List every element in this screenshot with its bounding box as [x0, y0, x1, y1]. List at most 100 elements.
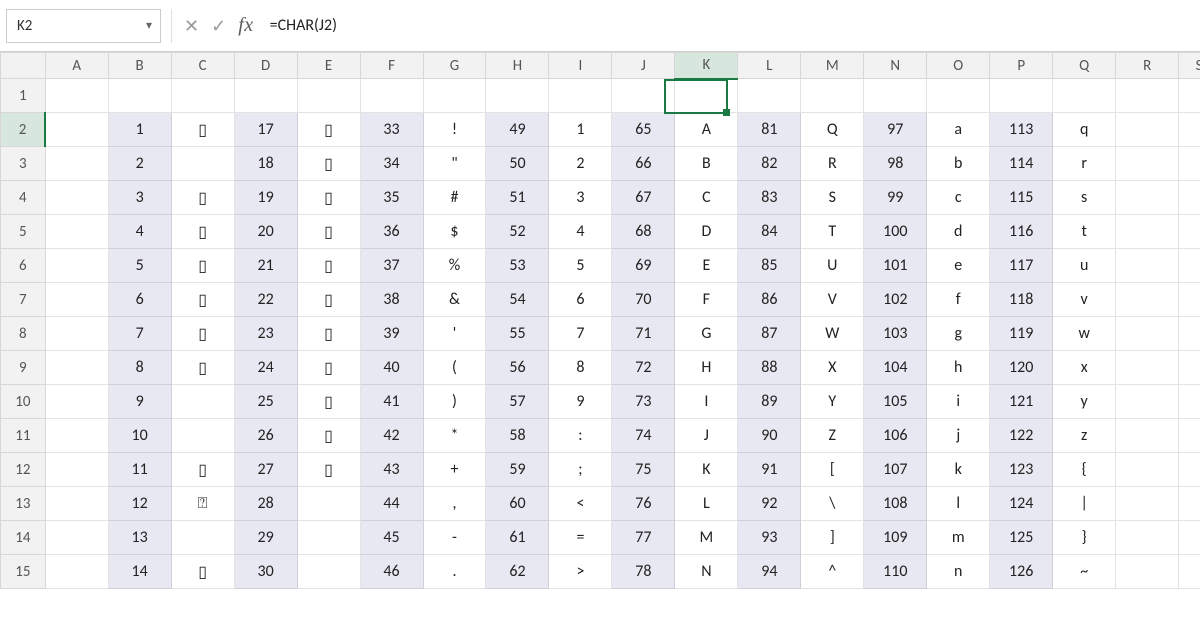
cell-L15[interactable]: 94: [738, 555, 801, 589]
cell-R15[interactable]: [1116, 555, 1179, 589]
cell-I7[interactable]: 6: [549, 283, 612, 317]
column-header-E[interactable]: E: [297, 53, 360, 79]
cell-C3[interactable]: [171, 147, 234, 181]
cell-O4[interactable]: c: [927, 181, 990, 215]
cell-E12[interactable]: ▯: [297, 453, 360, 487]
cell-N14[interactable]: 109: [864, 521, 927, 555]
cell-H9[interactable]: 56: [486, 351, 549, 385]
cell-F9[interactable]: 40: [360, 351, 423, 385]
cell-L10[interactable]: 89: [738, 385, 801, 419]
cell-E9[interactable]: ▯: [297, 351, 360, 385]
cell-Q13[interactable]: |: [1053, 487, 1116, 521]
cell-J13[interactable]: 76: [612, 487, 675, 521]
row-header-6[interactable]: 6: [1, 249, 46, 283]
row-header-7[interactable]: 7: [1, 283, 46, 317]
cell-Q12[interactable]: {: [1053, 453, 1116, 487]
cell-Q6[interactable]: u: [1053, 249, 1116, 283]
cell-H11[interactable]: 58: [486, 419, 549, 453]
cell-D3[interactable]: 18: [234, 147, 297, 181]
cell-A13[interactable]: [45, 487, 108, 521]
cell-H15[interactable]: 62: [486, 555, 549, 589]
cell-F5[interactable]: 36: [360, 215, 423, 249]
cell-Q8[interactable]: w: [1053, 317, 1116, 351]
cell-M5[interactable]: T: [801, 215, 864, 249]
cell-K9[interactable]: H: [675, 351, 738, 385]
cell-D11[interactable]: 26: [234, 419, 297, 453]
cell-N12[interactable]: 107: [864, 453, 927, 487]
column-header-J[interactable]: J: [612, 53, 675, 79]
cell-D15[interactable]: 30: [234, 555, 297, 589]
cell-G6[interactable]: %: [423, 249, 486, 283]
cell-E4[interactable]: ▯: [297, 181, 360, 215]
cell-H2[interactable]: 49: [486, 113, 549, 147]
cell-E1[interactable]: [297, 79, 360, 113]
cell-L6[interactable]: 85: [738, 249, 801, 283]
cell-P1[interactable]: [990, 79, 1053, 113]
cell-G12[interactable]: +: [423, 453, 486, 487]
spreadsheet-grid[interactable]: ABCDEFGHIJKLMNOPQRS 121▯17▯33!49165A81Q9…: [0, 52, 1200, 630]
cell-A2[interactable]: [45, 113, 108, 147]
cell-I5[interactable]: 4: [549, 215, 612, 249]
cell-J6[interactable]: 69: [612, 249, 675, 283]
cell-L2[interactable]: 81: [738, 113, 801, 147]
cell-B13[interactable]: 12: [108, 487, 171, 521]
column-header-M[interactable]: M: [801, 53, 864, 79]
cell-I10[interactable]: 9: [549, 385, 612, 419]
cell-O13[interactable]: l: [927, 487, 990, 521]
cell-J14[interactable]: 77: [612, 521, 675, 555]
cell-G10[interactable]: ): [423, 385, 486, 419]
cell-F6[interactable]: 37: [360, 249, 423, 283]
cell-S12[interactable]: [1179, 453, 1200, 487]
row-header-12[interactable]: 12: [1, 453, 46, 487]
column-header-Q[interactable]: Q: [1053, 53, 1116, 79]
cell-M1[interactable]: [801, 79, 864, 113]
cell-H12[interactable]: 59: [486, 453, 549, 487]
cell-H6[interactable]: 53: [486, 249, 549, 283]
cell-G7[interactable]: &: [423, 283, 486, 317]
column-header-I[interactable]: I: [549, 53, 612, 79]
cell-N3[interactable]: 98: [864, 147, 927, 181]
cell-D12[interactable]: 27: [234, 453, 297, 487]
cell-A1[interactable]: [45, 79, 108, 113]
cell-D9[interactable]: 24: [234, 351, 297, 385]
cell-Q3[interactable]: r: [1053, 147, 1116, 181]
cell-P11[interactable]: 122: [990, 419, 1053, 453]
cell-P5[interactable]: 116: [990, 215, 1053, 249]
cell-H5[interactable]: 52: [486, 215, 549, 249]
cell-C2[interactable]: ▯: [171, 113, 234, 147]
column-header-O[interactable]: O: [927, 53, 990, 79]
cell-O5[interactable]: d: [927, 215, 990, 249]
cell-M4[interactable]: S: [801, 181, 864, 215]
cell-J7[interactable]: 70: [612, 283, 675, 317]
cell-S7[interactable]: [1179, 283, 1200, 317]
cell-A3[interactable]: [45, 147, 108, 181]
cancel-icon[interactable]: ✕: [184, 17, 199, 35]
cell-O14[interactable]: m: [927, 521, 990, 555]
cell-L3[interactable]: 82: [738, 147, 801, 181]
cell-F11[interactable]: 42: [360, 419, 423, 453]
row-header-10[interactable]: 10: [1, 385, 46, 419]
cell-E2[interactable]: ▯: [297, 113, 360, 147]
cell-L11[interactable]: 90: [738, 419, 801, 453]
cell-B15[interactable]: 14: [108, 555, 171, 589]
cell-E14[interactable]: [297, 521, 360, 555]
cell-M12[interactable]: [: [801, 453, 864, 487]
chevron-down-icon[interactable]: ▾: [146, 18, 152, 33]
column-header-P[interactable]: P: [990, 53, 1053, 79]
cell-H10[interactable]: 57: [486, 385, 549, 419]
cell-C1[interactable]: [171, 79, 234, 113]
row-header-11[interactable]: 11: [1, 419, 46, 453]
cell-D5[interactable]: 20: [234, 215, 297, 249]
cell-I11[interactable]: :: [549, 419, 612, 453]
cell-M9[interactable]: X: [801, 351, 864, 385]
cell-S15[interactable]: [1179, 555, 1200, 589]
row-header-15[interactable]: 15: [1, 555, 46, 589]
row-header-13[interactable]: 13: [1, 487, 46, 521]
cell-L4[interactable]: 83: [738, 181, 801, 215]
cell-Q15[interactable]: ~: [1053, 555, 1116, 589]
cell-I8[interactable]: 7: [549, 317, 612, 351]
cell-A6[interactable]: [45, 249, 108, 283]
cell-E13[interactable]: [297, 487, 360, 521]
cell-I14[interactable]: =: [549, 521, 612, 555]
cell-D14[interactable]: 29: [234, 521, 297, 555]
